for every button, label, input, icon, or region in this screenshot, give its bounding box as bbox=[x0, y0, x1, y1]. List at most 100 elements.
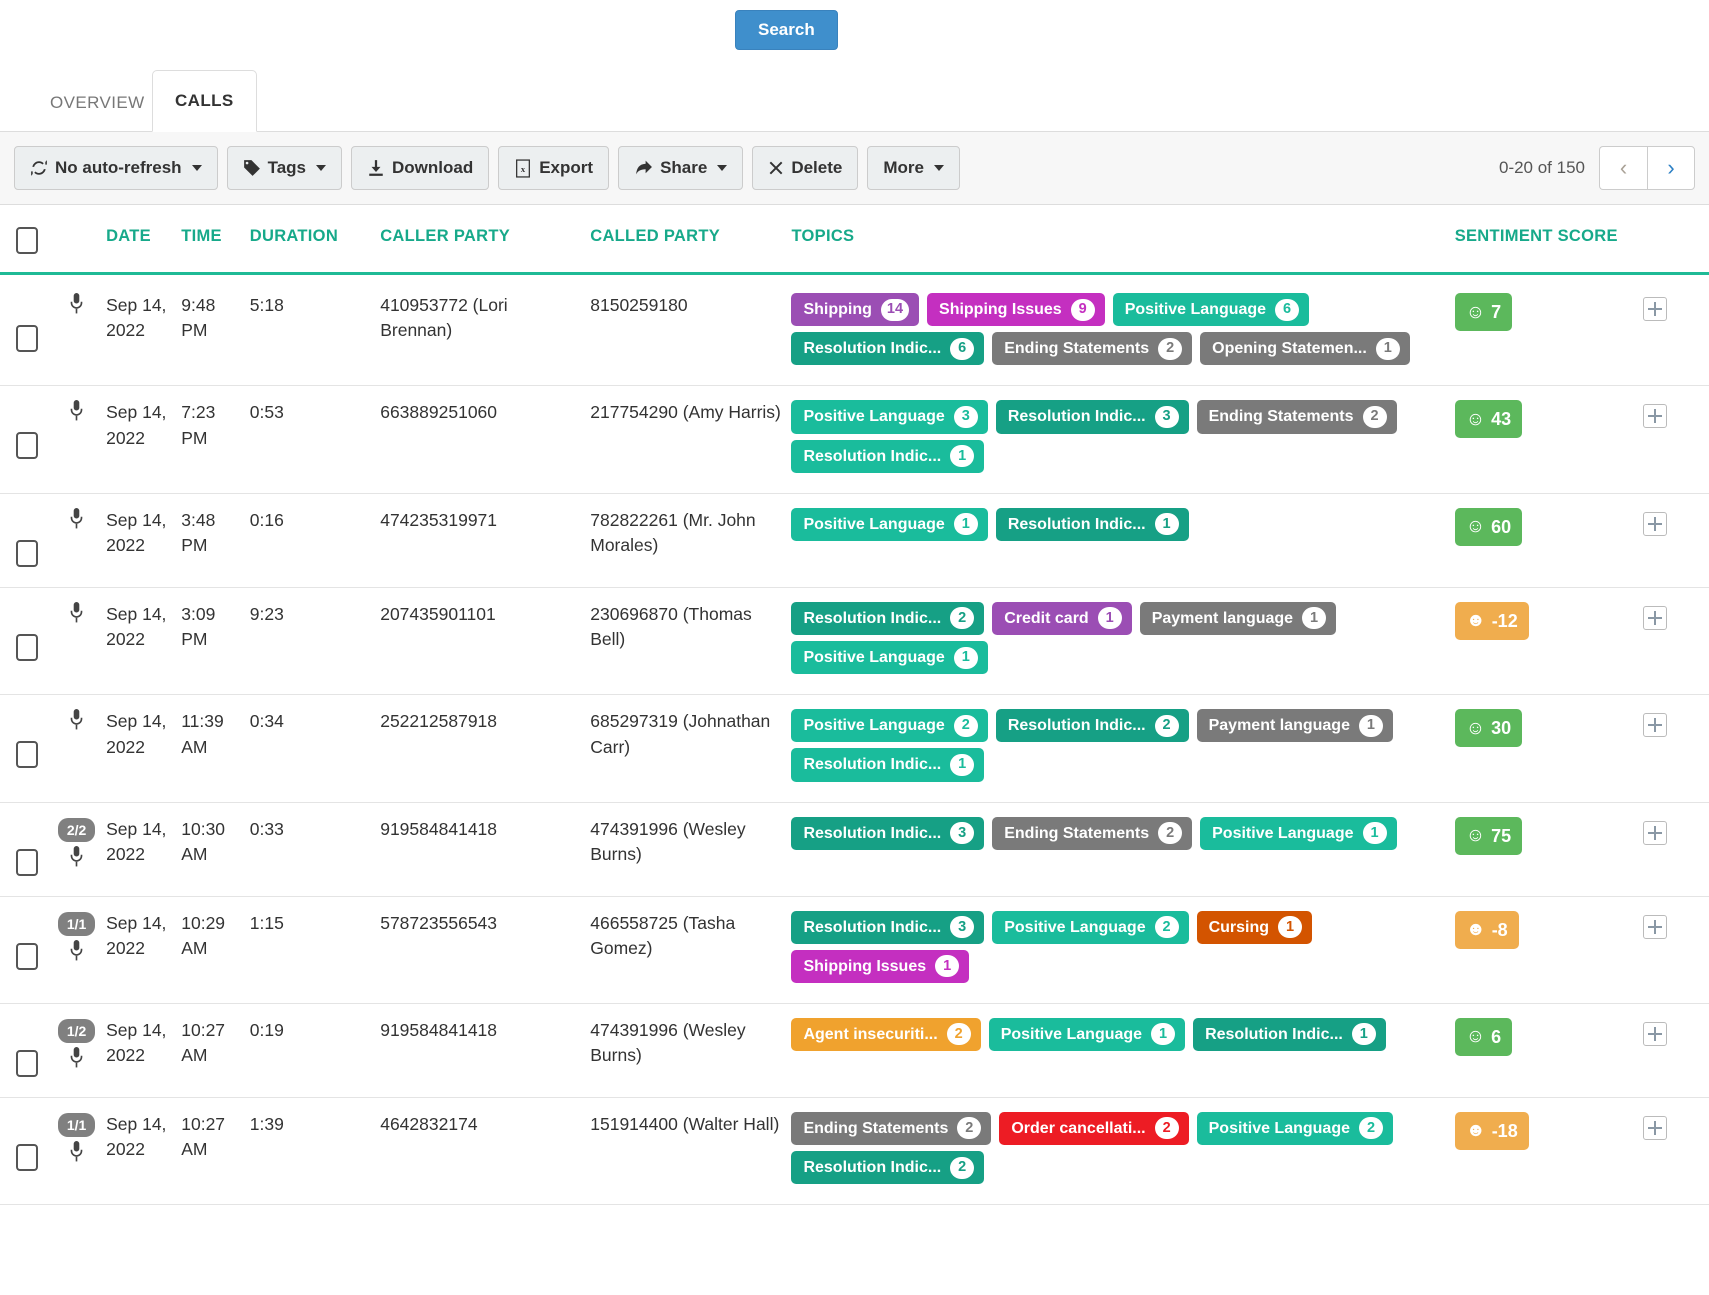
topic-tag[interactable]: Positive Language 2 bbox=[1196, 1111, 1393, 1146]
topic-tag[interactable]: Resolution Indic... 1 bbox=[995, 507, 1189, 541]
topic-tag[interactable]: Payment language 1 bbox=[1196, 709, 1393, 743]
microphone-icon[interactable] bbox=[53, 939, 100, 965]
microphone-icon[interactable] bbox=[53, 293, 100, 318]
table-row[interactable]: 1/1 Sep 14, 2022 10:27 AM 1:39 4642832174 151… bbox=[0, 1097, 1709, 1206]
row-select-cell bbox=[0, 1003, 54, 1098]
microphone-icon[interactable] bbox=[53, 400, 100, 425]
topic-tag[interactable]: Resolution Indic... 6 bbox=[791, 332, 985, 366]
topic-tag[interactable]: Positive Language 1 bbox=[988, 1017, 1186, 1052]
topic-tag-count: 3 bbox=[950, 822, 975, 845]
more-button[interactable]: More bbox=[867, 146, 960, 190]
topic-tag[interactable]: Positive Language 3 bbox=[791, 400, 988, 434]
microphone-icon[interactable] bbox=[53, 845, 100, 871]
download-button[interactable]: Download bbox=[351, 146, 490, 190]
table-row[interactable]: 2/2 Sep 14, 2022 10:30 AM 0:33 919584841418 4… bbox=[0, 802, 1709, 897]
col-header-sentiment-score[interactable]: SENTIMENT SCORE bbox=[1454, 205, 1643, 275]
col-header-duration[interactable]: DURATION bbox=[249, 205, 381, 275]
col-header-called-party[interactable]: CALLED PARTY bbox=[590, 205, 792, 275]
tags-button[interactable]: Tags bbox=[226, 146, 342, 190]
topic-tag[interactable]: Resolution Indic... 1 bbox=[1193, 1017, 1386, 1052]
expand-row-icon[interactable] bbox=[1642, 1021, 1667, 1046]
microphone-icon[interactable] bbox=[53, 709, 100, 734]
expand-row-icon[interactable] bbox=[1642, 713, 1667, 738]
topic-tag[interactable]: Resolution Indic... 2 bbox=[995, 709, 1189, 743]
row-checkbox[interactable] bbox=[16, 741, 38, 769]
topic-tag[interactable]: Credit card 1 bbox=[992, 601, 1132, 635]
topic-tag[interactable]: Positive Language 2 bbox=[791, 709, 988, 743]
row-checkbox[interactable] bbox=[16, 633, 38, 661]
table-row[interactable]: Sep 14, 2022 3:48 PM 0:16 474235319971 78282… bbox=[0, 493, 1709, 588]
topic-tag[interactable]: Resolution Indic... 3 bbox=[791, 816, 985, 850]
microphone-icon[interactable] bbox=[53, 507, 100, 533]
row-checkbox[interactable] bbox=[16, 942, 38, 970]
delete-button[interactable]: Delete bbox=[752, 146, 859, 190]
topic-tag-label: Positive Language bbox=[1208, 1119, 1350, 1137]
table-row[interactable]: Sep 14, 2022 3:09 PM 9:23 207435901101 23069… bbox=[0, 587, 1709, 696]
microphone-icon[interactable] bbox=[53, 1047, 100, 1072]
cell-sentiment: ☺ 60 bbox=[1454, 493, 1643, 588]
topic-tag[interactable]: Positive Language 1 bbox=[1200, 816, 1397, 850]
share-button[interactable]: Share bbox=[618, 146, 744, 190]
row-checkbox[interactable] bbox=[16, 848, 38, 876]
topic-tag[interactable]: Positive Language 1 bbox=[791, 507, 988, 541]
topic-tag[interactable]: Ending Statements 2 bbox=[992, 332, 1193, 366]
row-checkbox[interactable] bbox=[16, 1049, 38, 1077]
expand-row-icon[interactable] bbox=[1642, 404, 1667, 429]
tab-overview[interactable]: OVERVIEW bbox=[28, 75, 167, 131]
topic-tag[interactable]: Resolution Indic... 1 bbox=[791, 439, 985, 473]
microphone-icon[interactable] bbox=[53, 1141, 100, 1166]
topic-tag[interactable]: Opening Statemen... 1 bbox=[1200, 332, 1410, 366]
expand-row-icon[interactable] bbox=[1642, 1115, 1667, 1140]
topic-tag[interactable]: Agent insecuriti... 2 bbox=[791, 1017, 981, 1052]
export-button[interactable]: x Export bbox=[498, 146, 610, 190]
topic-tag[interactable]: Positive Language 6 bbox=[1112, 293, 1310, 327]
topic-tag[interactable]: Shipping Issues 1 bbox=[791, 949, 970, 983]
table-row[interactable]: 1/1 Sep 14, 2022 10:29 AM 1:15 578723556543 4… bbox=[0, 896, 1709, 1004]
topic-tag[interactable]: Order cancellati... 2 bbox=[999, 1111, 1189, 1146]
topic-tag[interactable]: Shipping 14 bbox=[791, 293, 920, 327]
row-checkbox[interactable] bbox=[16, 539, 38, 567]
topic-tag[interactable]: Payment language 1 bbox=[1139, 601, 1337, 635]
table-row[interactable]: Sep 14, 2022 7:23 PM 0:53 663889251060 21775… bbox=[0, 385, 1709, 494]
topic-tag-label: Positive Language bbox=[1124, 301, 1267, 318]
topic-tag[interactable]: Resolution Indic... 2 bbox=[791, 1151, 985, 1185]
topic-tag[interactable]: Ending Statements 2 bbox=[1196, 400, 1397, 434]
row-checkbox[interactable] bbox=[16, 432, 38, 460]
cell-sentiment: ☺ 43 bbox=[1454, 385, 1643, 494]
col-header-topics[interactable]: TOPICS bbox=[791, 205, 1455, 275]
microphone-icon[interactable] bbox=[53, 601, 100, 627]
col-header-date[interactable]: DATE bbox=[106, 205, 182, 275]
topic-tag[interactable]: Resolution Indic... 3 bbox=[791, 910, 985, 944]
expand-row-icon[interactable] bbox=[1642, 820, 1667, 845]
expand-row-icon[interactable] bbox=[1642, 914, 1667, 939]
row-checkbox[interactable] bbox=[16, 1143, 38, 1171]
topic-tag[interactable]: Shipping Issues 9 bbox=[927, 293, 1105, 327]
tab-calls[interactable]: CALLS bbox=[152, 70, 257, 132]
topic-tag[interactable]: Resolution Indic... 1 bbox=[791, 748, 985, 782]
col-header-caller-party[interactable]: CALLER PARTY bbox=[380, 205, 591, 275]
topic-tag[interactable]: Resolution Indic... 2 bbox=[791, 601, 985, 635]
expand-row-icon[interactable] bbox=[1642, 511, 1667, 536]
expand-row-icon[interactable] bbox=[1642, 605, 1667, 630]
select-all-checkbox[interactable] bbox=[16, 227, 38, 254]
table-row[interactable]: Sep 14, 2022 9:48 PM 5:18 410953772 (Lori B… bbox=[0, 273, 1709, 387]
topic-tag-count: 3 bbox=[1154, 405, 1179, 428]
topic-tag[interactable]: Resolution Indic... 3 bbox=[995, 400, 1189, 434]
no-auto-refresh-button[interactable]: No auto-refresh bbox=[14, 146, 218, 190]
row-checkbox[interactable] bbox=[16, 325, 38, 352]
table-row[interactable]: Sep 14, 2022 11:39 AM 0:34 252212587918 6852… bbox=[0, 694, 1709, 803]
cell-expand bbox=[1642, 896, 1709, 1004]
topic-tag[interactable]: Positive Language 2 bbox=[992, 910, 1189, 944]
chevron-left-icon[interactable]: ‹ bbox=[1599, 146, 1647, 190]
search-button[interactable]: Search bbox=[735, 10, 838, 50]
col-header-time[interactable]: TIME bbox=[181, 205, 250, 275]
topic-tag[interactable]: Cursing 1 bbox=[1196, 910, 1313, 944]
table-row[interactable]: 1/2 Sep 14, 2022 10:27 AM 0:19 919584841418 4… bbox=[0, 1003, 1709, 1098]
expand-row-icon[interactable] bbox=[1642, 297, 1667, 321]
topic-tag[interactable]: Ending Statements 2 bbox=[791, 1111, 992, 1146]
topic-tag[interactable]: Positive Language 1 bbox=[791, 640, 988, 675]
cell-expand bbox=[1642, 385, 1709, 494]
chevron-right-icon[interactable]: › bbox=[1647, 146, 1695, 190]
cell-sentiment: ☻ -8 bbox=[1454, 896, 1643, 1004]
topic-tag[interactable]: Ending Statements 2 bbox=[992, 816, 1193, 850]
